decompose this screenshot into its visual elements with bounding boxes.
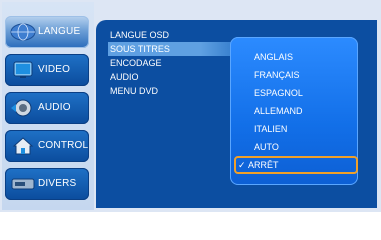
sidebar-item-divers[interactable]: DIVERS	[5, 168, 89, 200]
sidebar-item-audio[interactable]: AUDIO	[5, 92, 89, 124]
dvd-setup-window: LANGUE VIDEO AUDIO CONTROL DIVERS LANGUE…	[0, 0, 381, 212]
sidebar-item-label: CONTROL	[38, 140, 89, 151]
sidebar-item-label: AUDIO	[38, 102, 71, 113]
option-auto[interactable]: AUTO	[254, 141, 279, 153]
sidebar-item-label: LANGUE	[38, 26, 81, 37]
option-espagnol[interactable]: ESPAGNOL	[254, 87, 303, 99]
menu-item-sous-titres[interactable]: SOUS TITRES	[108, 42, 240, 56]
sidebar-item-control[interactable]: CONTROL	[5, 130, 89, 162]
option-francais[interactable]: FRANÇAIS	[254, 69, 300, 81]
menu-item-encodage[interactable]: ENCODAGE	[108, 56, 162, 70]
sidebar-item-label: VIDEO	[38, 64, 71, 75]
sidebar-item-langue[interactable]: LANGUE	[5, 16, 89, 48]
option-arret[interactable]: ✓ ARRÊT	[234, 156, 358, 174]
sidebar-item-video[interactable]: VIDEO	[5, 54, 89, 86]
menu-item-langue-osd[interactable]: LANGUE OSD	[108, 28, 169, 42]
subtitle-options-popup: ANGLAIS FRANÇAIS ESPAGNOL ALLEMAND ITALI…	[230, 37, 358, 185]
checkmark-icon: ✓	[238, 160, 246, 170]
globe-icon	[10, 22, 36, 42]
option-label: ARRÊT	[248, 160, 279, 170]
category-sidebar: LANGUE VIDEO AUDIO CONTROL DIVERS	[2, 2, 94, 210]
sidebar-item-label: DIVERS	[38, 178, 77, 189]
menu-item-audio[interactable]: AUDIO	[108, 70, 139, 84]
option-italien[interactable]: ITALIEN	[254, 123, 287, 135]
menu-item-menu-dvd[interactable]: MENU DVD	[108, 84, 158, 98]
house-icon	[10, 136, 36, 156]
speaker-icon	[10, 98, 36, 118]
option-anglais[interactable]: ANGLAIS	[254, 51, 293, 63]
option-allemand[interactable]: ALLEMAND	[254, 105, 303, 117]
tv-icon	[10, 60, 36, 80]
device-icon	[10, 174, 36, 194]
